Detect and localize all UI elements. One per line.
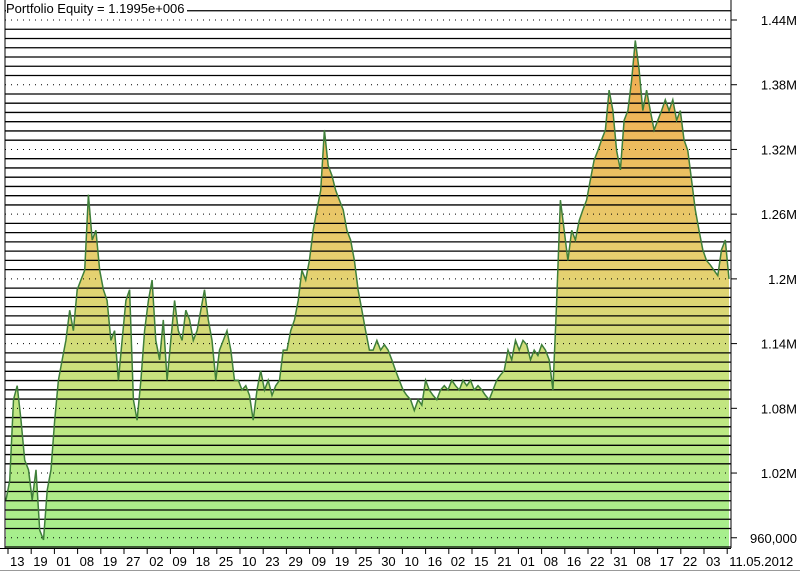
y-tick-label: 1.38M [761, 78, 797, 93]
x-tick-label: 22 [590, 554, 604, 569]
x-tick-label: 19 [33, 554, 47, 569]
x-tick-label: 10 [404, 554, 418, 569]
equity-chart: 960,000 1.02M 1.08M 1.14M 1.2M 1.26M 1.32M 1.38… [0, 0, 800, 571]
y-tick-label: 1.02M [761, 466, 797, 481]
x-tick-label: 27 [126, 554, 140, 569]
x-tick-label: 02 [451, 554, 465, 569]
x-tick-label: 16 [428, 554, 442, 569]
x-tick-label: 17 [660, 554, 674, 569]
x-tick-label: 21 [497, 554, 511, 569]
x-tick-label: 22 [683, 554, 697, 569]
x-tick-label: 15 [474, 554, 488, 569]
y-tick-label: 1.26M [761, 207, 797, 222]
y-tick-label: 1.08M [761, 401, 797, 416]
x-tick-label: 03 [706, 554, 720, 569]
x-tick-label: 18 [196, 554, 210, 569]
x-tick-label: 25 [219, 554, 233, 569]
x-tick-label: 01 [56, 554, 70, 569]
x-tick-label: 09 [172, 554, 186, 569]
x-tick-label: 09 [312, 554, 326, 569]
x-tick-label: 08 [544, 554, 558, 569]
x-tick-label: 31 [613, 554, 627, 569]
x-tick-label: 19 [103, 554, 117, 569]
y-tick-label: 1.32M [761, 142, 797, 157]
x-tick-label: 11.05.2012 [729, 554, 793, 569]
x-tick-label: 13 [10, 554, 24, 569]
x-tick-label: 01 [520, 554, 534, 569]
y-tick-label: 1.2M [768, 272, 797, 287]
x-tick-label: 02 [149, 554, 163, 569]
chart-title: Portfolio Equity = 1.1995e+006 [6, 1, 187, 16]
x-tick-label: 10 [242, 554, 256, 569]
x-tick-label: 25 [358, 554, 372, 569]
x-tick-label: 23 [265, 554, 279, 569]
x-tick-label: 16 [567, 554, 581, 569]
x-tick-label: 29 [288, 554, 302, 569]
y-tick-label: 1.14M [761, 337, 797, 352]
x-tick-label: 19 [335, 554, 349, 569]
x-tick-label: 30 [381, 554, 395, 569]
y-tick-label: 1.44M [761, 13, 797, 28]
x-tick-label: 08 [636, 554, 650, 569]
y-tick-label: 960,000 [750, 531, 797, 546]
x-tick-label: 08 [80, 554, 94, 569]
